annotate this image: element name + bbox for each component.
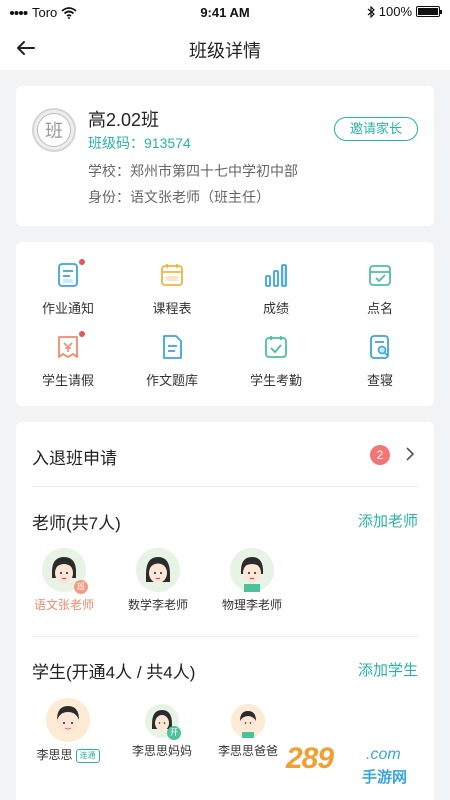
feature-label: 学生考勤 — [249, 373, 302, 388]
members-card: 入退班申请 2 老师(共7人) 添加老师 班 语文张老师 数学李老师 物理李老师… — [16, 422, 434, 800]
feature-label: 查寝 — [366, 373, 393, 388]
feature-label: 课程表 — [152, 301, 192, 316]
watermark-domain: .com — [366, 746, 401, 763]
teacher-avatar-icon — [230, 548, 274, 592]
battery-icon — [416, 6, 442, 17]
roll-call-icon — [369, 265, 391, 286]
student-item[interactable]: 李思思爸爸 — [202, 704, 294, 759]
feature-essay-bank[interactable]: 作文题库 — [120, 334, 224, 396]
battery-percent: 100% — [378, 4, 412, 19]
page-title: 班级详情 — [189, 41, 261, 61]
battery-group: 100% — [367, 4, 442, 19]
teacher-item[interactable]: 数学李老师 — [112, 548, 204, 613]
add-teacher-button[interactable]: 添加老师 — [358, 510, 418, 531]
class-code: 班级码：913574 — [88, 135, 191, 151]
essay-bank-icon — [163, 335, 182, 359]
feature-label: 成绩 — [262, 301, 289, 316]
avatar — [231, 704, 265, 738]
notification-dot — [79, 259, 85, 265]
class-info-card: 班 高2.02班 班级码：913574 学校：郑州市第四十七中学初中部 身份：语… — [16, 86, 434, 226]
divider — [32, 486, 418, 487]
student-name: 李思思妈妈 — [131, 744, 192, 758]
feature-schedule[interactable]: 课程表 — [120, 262, 224, 324]
add-student-button[interactable]: 添加学生 — [358, 659, 418, 680]
teacher-name: 物理李老师 — [221, 598, 282, 612]
class-name: 高2.02班 — [88, 110, 160, 130]
status-bar: Toro 9:41 AM 100% — [0, 0, 450, 26]
teacher-avatar-icon — [136, 548, 180, 592]
avatar — [46, 698, 90, 742]
student-avatar-icon — [46, 698, 90, 742]
feature-label: 学生请假 — [41, 373, 94, 388]
teacher-item[interactable]: 物理李老师 — [206, 548, 298, 613]
grades-chart-icon — [265, 264, 287, 287]
join-leave-request-row[interactable]: 入退班申请 2 — [32, 436, 418, 472]
feature-dorm-check[interactable]: 查寝 — [328, 334, 432, 396]
homework-notice-icon — [58, 263, 78, 287]
student-name-row: 李思思 连通 — [22, 746, 114, 763]
feature-grid: 作业通知 课程表 成绩 点名 学生请假 作文题库 学生考勤 查寝 — [16, 242, 434, 406]
feature-label: 点名 — [366, 301, 393, 316]
teachers-title: 老师(共7人) — [32, 514, 121, 533]
class-avatar-text: 班 — [37, 113, 71, 147]
nav-bar: 班级详情 — [0, 26, 450, 70]
feature-homework-notice[interactable]: 作业通知 — [16, 259, 120, 324]
bluetooth-icon — [367, 5, 375, 18]
invite-parent-button[interactable]: 邀请家长 — [334, 117, 418, 141]
attendance-icon — [265, 336, 287, 358]
feature-label: 作业通知 — [41, 301, 94, 316]
teacher-name: 数学李老师 — [127, 598, 188, 612]
parent-avatar-icon — [231, 704, 265, 738]
avatar: 班 — [42, 548, 88, 594]
class-school: 学校：郑州市第四十七中学初中部 — [88, 163, 298, 179]
feature-label: 作文题库 — [145, 373, 198, 388]
class-avatar: 班 — [32, 108, 76, 152]
avatar — [136, 548, 180, 592]
connected-tag: 连通 — [75, 748, 100, 763]
avatar — [230, 548, 274, 592]
join-leave-request-label: 入退班申请 — [32, 449, 117, 468]
student-item[interactable]: 李思思 连通 — [22, 698, 114, 763]
avatar: 开 — [145, 704, 181, 740]
request-count-badge: 2 — [370, 445, 390, 465]
schedule-icon — [161, 264, 183, 286]
leave-request-icon — [58, 336, 78, 358]
feature-roll-call[interactable]: 点名 — [328, 262, 432, 324]
feature-leave-request[interactable]: 学生请假 — [16, 331, 120, 396]
activated-badge: 开 — [167, 726, 181, 740]
teacher-item[interactable]: 班 语文张老师 — [18, 548, 110, 613]
dorm-check-icon — [370, 335, 389, 359]
feature-attendance[interactable]: 学生考勤 — [224, 334, 328, 396]
student-name: 李思思爸爸 — [217, 744, 278, 758]
class-role: 身份：语文张老师（班主任） — [88, 189, 270, 205]
notification-dot — [79, 331, 85, 337]
site-watermark-logo: 289 .com 手游网 — [282, 742, 432, 788]
watermark-text: 手游网 — [362, 769, 408, 786]
head-teacher-badge: 班 — [74, 580, 88, 594]
student-name: 李思思 — [36, 748, 73, 762]
teacher-name: 语文张老师 — [33, 598, 94, 612]
feature-grades[interactable]: 成绩 — [224, 262, 328, 324]
students-title: 学生(开通4人 / 共4人) — [32, 663, 196, 682]
watermark-number: 289 — [286, 742, 334, 775]
student-item[interactable]: 开 李思思妈妈 — [116, 704, 208, 759]
chevron-right-icon — [406, 447, 415, 461]
divider — [32, 636, 418, 637]
